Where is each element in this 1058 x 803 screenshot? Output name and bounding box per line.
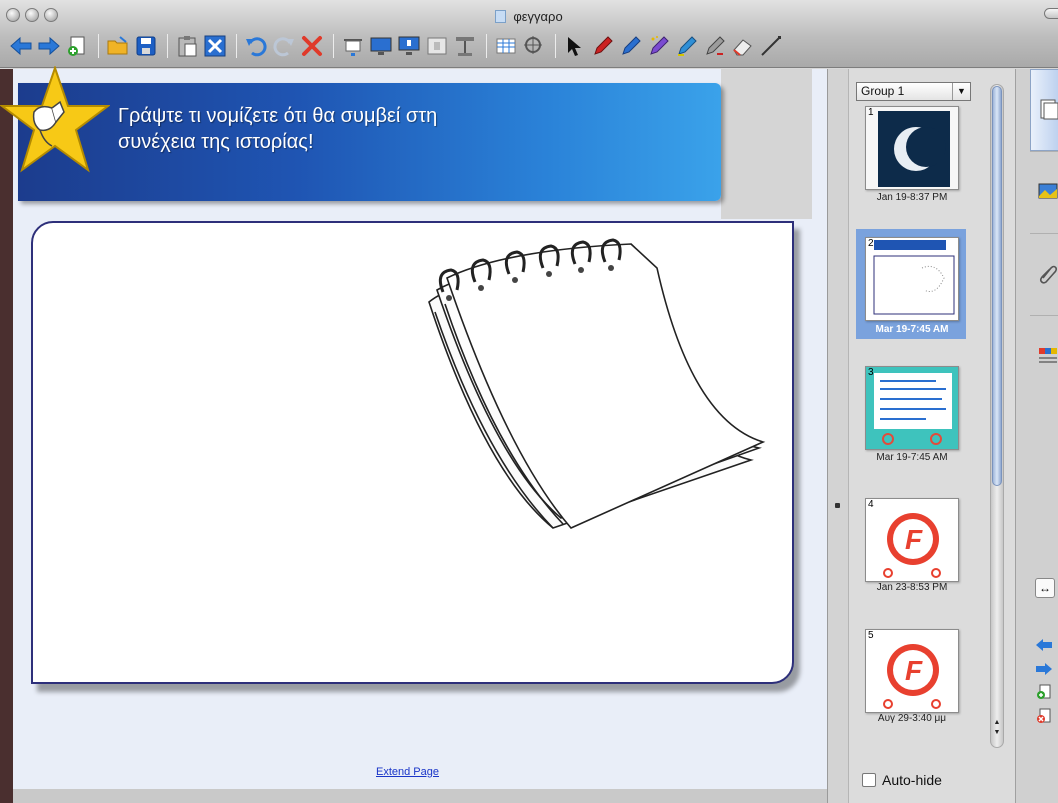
resize-panel-button[interactable]: ↔ xyxy=(1035,578,1055,598)
next-page-icon[interactable] xyxy=(1035,661,1053,677)
window-title-text: φεγγαρο xyxy=(513,9,563,24)
tab-properties[interactable] xyxy=(1030,315,1058,397)
tab-attachments[interactable] xyxy=(1030,233,1058,315)
capture-icon[interactable] xyxy=(424,33,450,59)
page-date: Mar 19-7:45 AM xyxy=(875,324,949,335)
group-select[interactable]: Group 1 ▼ xyxy=(856,82,971,101)
toolbar-separator xyxy=(333,34,334,58)
svg-text:F: F xyxy=(905,655,923,686)
screen-shade-icon[interactable] xyxy=(202,33,228,59)
svg-text:F: F xyxy=(905,524,923,555)
thumbnail-image: 1 xyxy=(865,106,959,190)
page-date: Jan 23-8:53 PM xyxy=(876,582,948,593)
window-title: φεγγαρο xyxy=(0,9,1058,24)
page-number: 5 xyxy=(868,630,874,641)
page-date: Mar 19-7:45 AM xyxy=(876,452,948,463)
spiral-notepad-image xyxy=(428,238,766,529)
logo-thumbnail-icon: F xyxy=(883,644,941,709)
header-side-panel xyxy=(721,69,812,219)
add-page-icon[interactable] xyxy=(1035,684,1053,700)
gallery-icon xyxy=(1038,183,1058,199)
thumbnail-image: 4 F xyxy=(865,498,959,582)
auto-hide-label: Auto-hide xyxy=(882,772,942,788)
page-date: Αυγ 29-3:40 μμ xyxy=(877,713,947,724)
shape-pen-icon[interactable] xyxy=(702,33,728,59)
sorter-splitter[interactable] xyxy=(827,69,848,803)
line-icon[interactable] xyxy=(758,33,784,59)
pages-icon xyxy=(1040,99,1058,120)
sorter-scroll-thumb[interactable] xyxy=(992,86,1002,486)
auto-hide-checkbox[interactable] xyxy=(862,773,876,787)
page-preview-icon xyxy=(873,240,955,315)
previous-page-icon[interactable] xyxy=(1035,637,1053,653)
chevron-down-icon: ▼ xyxy=(952,83,970,100)
auto-hide-option[interactable]: Auto-hide xyxy=(862,772,942,788)
previous-page-icon[interactable] xyxy=(8,33,34,59)
page-number: 1 xyxy=(868,107,874,118)
title-bar: φεγγαρο xyxy=(0,0,1058,68)
select-icon[interactable] xyxy=(562,33,588,59)
page-number: 2 xyxy=(868,238,874,249)
table-icon[interactable] xyxy=(493,33,519,59)
scroll-arrows[interactable]: ▲ ▼ xyxy=(990,718,1004,748)
extend-page-link[interactable]: Extend Page xyxy=(376,766,439,778)
highlighter-icon[interactable] xyxy=(674,33,700,59)
save-icon[interactable] xyxy=(133,33,159,59)
thumbnail-image: 5 F xyxy=(865,629,959,713)
magic-pen-icon[interactable] xyxy=(646,33,672,59)
splitter-grip-icon xyxy=(835,503,840,508)
text-page-thumbnail-icon xyxy=(874,373,952,445)
page-heading: Γράψτε τι νομίζετε ότι θα συμβεί στη συν… xyxy=(118,105,438,153)
show-toolbar-icon[interactable] xyxy=(340,33,366,59)
add-page-icon[interactable] xyxy=(64,33,90,59)
measure-icon[interactable] xyxy=(521,33,547,59)
toolbar-separator xyxy=(167,34,168,58)
open-icon[interactable] xyxy=(105,33,131,59)
delete-icon[interactable] xyxy=(299,33,325,59)
screen-icon[interactable] xyxy=(368,33,394,59)
document-camera-icon[interactable] xyxy=(452,33,478,59)
page-thumbnail[interactable]: 5 F Αυγ 29-3:40 μμ xyxy=(856,627,966,737)
pen-icon[interactable] xyxy=(590,33,616,59)
toolbar-separator xyxy=(98,34,99,58)
paste-icon[interactable] xyxy=(174,33,200,59)
toolbar-toggle-button[interactable] xyxy=(1044,8,1058,19)
page-thumbnail[interactable]: 3 Mar 19-7:45 AM xyxy=(856,364,966,474)
thumbnail-image: 3 xyxy=(865,366,959,450)
document-icon xyxy=(495,10,507,23)
tab-gallery[interactable] xyxy=(1030,151,1058,233)
eraser-icon[interactable] xyxy=(730,33,756,59)
page-thumbnail-selected[interactable]: 2 Mar 19-7:45 AM xyxy=(856,229,966,339)
page-thumbnail[interactable]: 4 F Jan 23-8:53 PM xyxy=(856,496,966,606)
paperclip-icon xyxy=(1039,265,1058,284)
star-mascot-icon xyxy=(0,66,110,173)
tab-page-sorter[interactable] xyxy=(1030,69,1058,151)
next-page-icon[interactable] xyxy=(36,33,62,59)
moon-thumbnail-icon xyxy=(878,111,950,187)
thumbnail-image: 2 xyxy=(865,237,959,321)
undo-icon[interactable] xyxy=(243,33,269,59)
creative-pen-icon[interactable] xyxy=(618,33,644,59)
desktop-edge xyxy=(0,69,13,803)
page-number: 4 xyxy=(868,499,874,510)
page-thumbnail[interactable]: 1 Jan 19-8:37 PM xyxy=(856,104,966,214)
page-date: Jan 19-8:37 PM xyxy=(876,192,948,203)
toolbar-separator xyxy=(555,34,556,58)
logo-thumbnail-icon: F xyxy=(883,513,941,578)
app-window: φεγγαρο Γράψτε τι νομίζετε ότι θα συμβεί… xyxy=(0,0,1058,803)
group-select-value: Group 1 xyxy=(861,84,905,98)
bottom-strip xyxy=(13,789,827,803)
properties-icon xyxy=(1039,348,1057,363)
redo-icon[interactable] xyxy=(271,33,297,59)
projector-icon[interactable] xyxy=(396,33,422,59)
toolbar-separator xyxy=(236,34,237,58)
toolbar-separator xyxy=(486,34,487,58)
page-number: 3 xyxy=(868,367,874,378)
main-toolbar xyxy=(8,28,1058,64)
delete-page-icon[interactable] xyxy=(1035,708,1053,724)
